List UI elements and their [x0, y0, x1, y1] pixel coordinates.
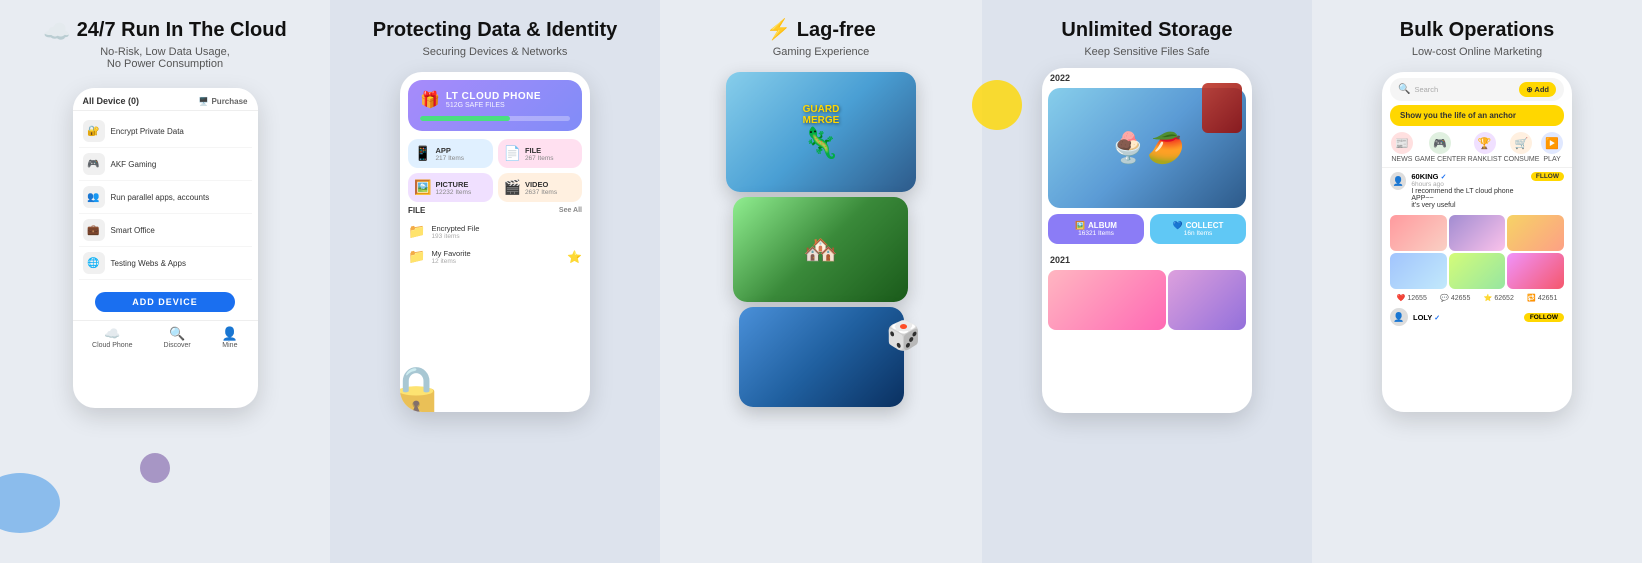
year-2021: 2021 [1042, 250, 1252, 270]
list-item: 💼 Smart Office [79, 214, 252, 247]
s1-title: 24/7 Run In The Cloud [77, 18, 287, 42]
nav-cloud-phone[interactable]: ☁️ Cloud Phone [92, 326, 132, 349]
s2-title: Protecting Data & Identity [373, 18, 617, 42]
gold-circle-decor [972, 80, 1022, 130]
file-card-video[interactable]: 🎬 VIDEO 2637 Items [498, 173, 583, 202]
list-item: 👥 Run parallel apps, accounts [79, 181, 252, 214]
file-card-file[interactable]: 📄 FILE 267 Items [498, 139, 583, 168]
section-storage: Unlimited Storage Keep Sensitive Files S… [982, 0, 1312, 563]
s5-subtitle: Low-cost Online Marketing [1412, 46, 1542, 58]
collect-button[interactable]: 💙 COLLECT 16n Items [1150, 214, 1246, 244]
game-screen-bottom [739, 307, 904, 407]
follow-button[interactable]: FLLOW [1531, 172, 1564, 181]
nav-consume[interactable]: 🛒 CONSUME [1504, 132, 1540, 163]
cloud-icon: ☁️ [43, 19, 70, 45]
photo-grid [1382, 213, 1572, 291]
cloud-card: 🎁 LT CLOUD PHONE 512G SAFE FILES [408, 80, 582, 131]
nav-discover[interactable]: 🔍 Discover [164, 326, 191, 349]
photo-item [1390, 215, 1447, 251]
game-screen-top: GUARD MERGE 🦎 [726, 72, 916, 192]
cloud-card-title: LT CLOUD PHONE [446, 91, 541, 102]
photo-item [1507, 253, 1564, 289]
list-item: 🔐 Encrypt Private Data [79, 115, 252, 148]
file-card-picture[interactable]: 🖼️ PICTURE 12232 Items [408, 173, 493, 202]
phone-header-1: All Device (0) 🖥️ Purchase [73, 88, 258, 111]
photo-item [1390, 253, 1447, 289]
add-badge[interactable]: ⊕ Add [1519, 82, 1556, 97]
nav-mine[interactable]: 👤 Mine [222, 326, 238, 349]
file-grid: 📱 APP 217 Items 📄 FILE 267 Items 🖼️ PICT… [400, 139, 590, 202]
section-gaming: ⚡ Lag-free Gaming Experience GUARD MERGE… [660, 0, 982, 563]
nav-game-center[interactable]: 🎮 GAME CENTER [1415, 132, 1466, 163]
s5-nav-icons: 📰 NEWS 🎮 GAME CENTER 🏆 RANKLIST 🛒 CONSUM… [1382, 128, 1572, 167]
phone-mockup-1: All Device (0) 🖥️ Purchase 🔐 Encrypt Pri… [73, 88, 258, 408]
phone-mockup-4: 2022 🍨🥭 🖼️ ALBUM 16321 Items 💙 COLLECT [1042, 68, 1252, 413]
file-row-favorite[interactable]: 📁 My Favorite 12 items ⭐ [400, 244, 590, 269]
section-bulk: Bulk Operations Low-cost Online Marketin… [1312, 0, 1642, 563]
search-placeholder: Search [1414, 85, 1438, 94]
progress-fill [420, 116, 510, 121]
nav-news[interactable]: 📰 NEWS [1391, 132, 1413, 163]
decorative-blob-blue [0, 473, 60, 533]
s1-subtitle: No-Risk, Low Data Usage, No Power Consum… [100, 46, 230, 70]
photo-item [1449, 215, 1506, 251]
photo-item [1507, 215, 1564, 251]
lag-free-icon: ⚡ [766, 19, 791, 41]
s3-title: ⚡ Lag-free [766, 18, 875, 42]
s4-subtitle: Keep Sensitive Files Safe [1084, 46, 1209, 58]
nav-ranklist[interactable]: 🏆 RANKLIST [1468, 132, 1502, 163]
lock-icon: 🔒 [400, 363, 447, 412]
game-screen-middle: 🏘️ [733, 197, 908, 302]
section-protect: Protecting Data & Identity Securing Devi… [330, 0, 660, 563]
list-item: 🎮 AKF Gaming [79, 148, 252, 181]
cloud-card-sub: 512G SAFE FILES [446, 102, 541, 109]
photo-item [1449, 253, 1506, 289]
s4-title: Unlimited Storage [1061, 18, 1232, 42]
decorative-blob-purple [140, 453, 170, 483]
s2-subtitle: Securing Devices & Networks [423, 46, 568, 58]
bottom-user: 👤 LOLY ✓ FOLLOW [1382, 305, 1572, 329]
storage-actions: 🖼️ ALBUM 16321 Items 💙 COLLECT 16n Items [1042, 208, 1252, 250]
game-screens-stack: GUARD MERGE 🦎 🏘️ 🎲 [721, 72, 921, 412]
progress-bar [420, 116, 570, 121]
file-card-app[interactable]: 📱 APP 217 Items [408, 139, 493, 168]
user-comment: 👤 60KING ✓ 6hours ago I recommend the LT… [1382, 167, 1572, 213]
banner: Show you the life of an anchor [1390, 105, 1564, 126]
s3-subtitle: Gaming Experience [773, 46, 870, 58]
phone-list-1: 🔐 Encrypt Private Data 🎮 AKF Gaming 👥 Ru… [73, 111, 258, 284]
add-device-button[interactable]: ADD DEVICE [95, 292, 235, 312]
phone-mockup-2: 🎁 LT CLOUD PHONE 512G SAFE FILES 📱 APP 2… [400, 72, 590, 412]
dice-icon: 🎲 [886, 319, 921, 352]
phone-mockup-5: 🔍 Search ⊕ Add Show you the life of an a… [1382, 72, 1572, 412]
list-item: 🌐 Testing Webs & Apps [79, 247, 252, 280]
nav-play[interactable]: ▶️ PLAY [1541, 132, 1563, 163]
s5-title: Bulk Operations [1400, 18, 1554, 42]
post-stats: ❤️12655 💬42655 ⭐62652 🔁42651 [1382, 291, 1572, 305]
phone-nav-1: ☁️ Cloud Phone 🔍 Discover 👤 Mine [73, 320, 258, 352]
section-cloud: ☁️ 24/7 Run In The Cloud No-Risk, Low Da… [0, 0, 330, 563]
file-section-header: FILE See All [400, 202, 590, 219]
album-button[interactable]: 🖼️ ALBUM 16321 Items [1048, 214, 1144, 244]
comment-text: I recommend the LT cloud phone APP~~it's… [1411, 188, 1526, 209]
search-icon-s5: 🔍 [1398, 84, 1410, 95]
user-avatar: 👤 [1390, 172, 1406, 190]
file-row-encrypted[interactable]: 📁 Encrypted File 193 items [400, 219, 590, 244]
